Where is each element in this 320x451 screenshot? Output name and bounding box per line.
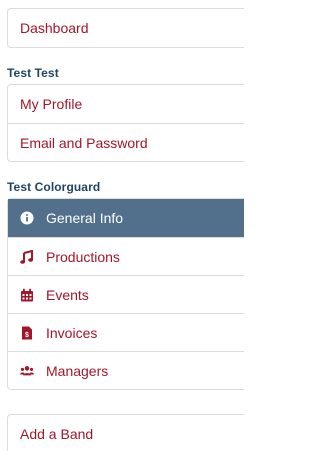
add-band-group: Add a Band bbox=[7, 414, 244, 451]
account-group: My Profile Email and Password bbox=[7, 84, 244, 162]
sidebar-item-managers[interactable]: Managers bbox=[8, 351, 244, 389]
sidebar-item-events[interactable]: Events bbox=[8, 275, 244, 313]
sidebar-item-label: General Info bbox=[46, 210, 124, 226]
sidebar-item-general-info[interactable]: General Info bbox=[8, 199, 244, 237]
sidebar-item-label: Events bbox=[46, 286, 89, 303]
account-section-title: Test Test bbox=[7, 66, 59, 80]
add-band-link[interactable]: Add a Band bbox=[8, 415, 244, 451]
sidebar-item-email-password[interactable]: Email and Password bbox=[8, 123, 244, 161]
org-section-title: Test Colorguard bbox=[7, 180, 101, 194]
sidebar-item-label: Email and Password bbox=[20, 134, 148, 151]
dashboard-group: Dashboard bbox=[7, 8, 244, 48]
org-group: General Info Productions Events $ Invoic… bbox=[7, 198, 244, 390]
info-icon bbox=[20, 211, 34, 225]
calendar-icon bbox=[20, 288, 34, 302]
sidebar-item-label: Managers bbox=[46, 362, 109, 379]
sidebar-item-invoices[interactable]: $ Invoices bbox=[8, 313, 244, 351]
sidebar-item-label: Dashboard bbox=[20, 20, 89, 36]
sidebar-item-productions[interactable]: Productions bbox=[8, 237, 244, 275]
sidebar-nav: Dashboard Test Test My Profile Email and… bbox=[0, 0, 244, 451]
svg-text:$: $ bbox=[25, 332, 29, 339]
invoice-icon: $ bbox=[20, 326, 34, 340]
sidebar-item-dashboard[interactable]: Dashboard bbox=[8, 9, 244, 47]
sidebar-item-label: My Profile bbox=[20, 96, 83, 112]
music-icon bbox=[20, 249, 34, 264]
sidebar-item-label: Productions bbox=[46, 248, 120, 265]
sidebar-item-label: Invoices bbox=[46, 324, 98, 341]
sidebar-item-my-profile[interactable]: My Profile bbox=[8, 85, 244, 123]
sidebar-item-label: Add a Band bbox=[20, 426, 94, 442]
users-icon bbox=[20, 364, 34, 378]
